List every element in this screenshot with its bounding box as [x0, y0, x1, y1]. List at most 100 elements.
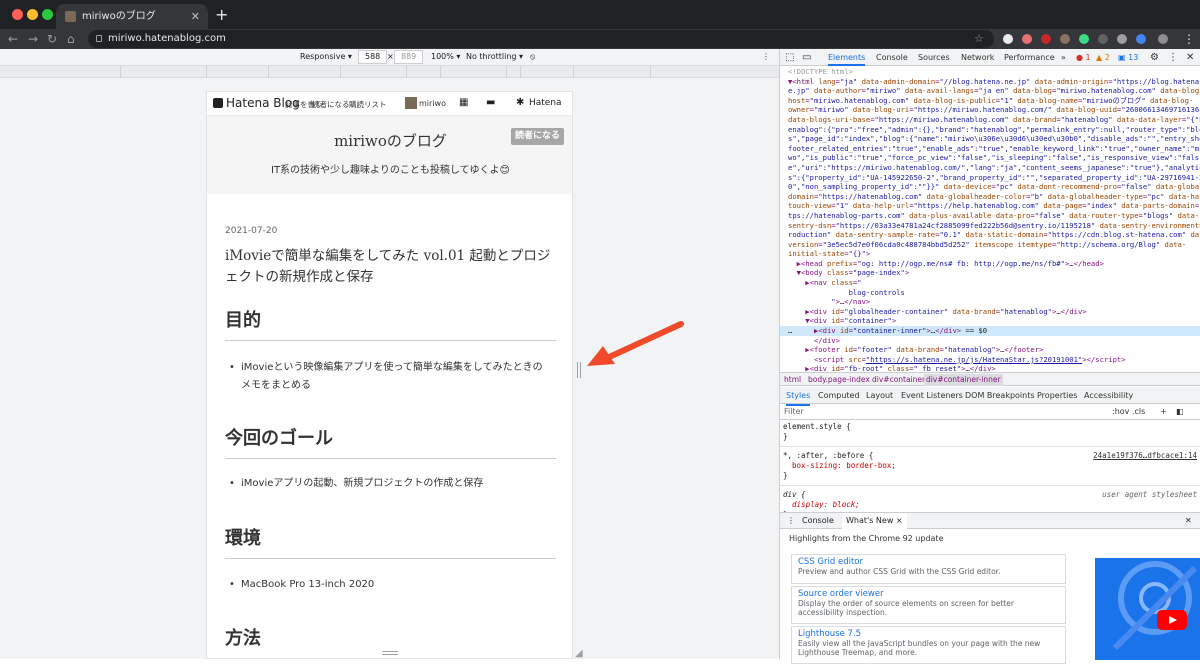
address-bar[interactable]: miriwo.hatenablog.com ☆ — [88, 30, 994, 48]
close-devtools-icon[interactable]: ✕ — [1186, 49, 1194, 66]
dimension-x: × — [387, 52, 394, 61]
maximize-window-button[interactable] — [42, 9, 53, 20]
tab-sources[interactable]: Sources — [918, 49, 950, 66]
crumb-container-inner[interactable]: div#container-inner — [924, 374, 1003, 386]
styles-pane[interactable]: element.style { } *, :after, :before {24… — [780, 420, 1200, 512]
puzzle-icon[interactable] — [1117, 34, 1127, 44]
tab-performance[interactable]: Performance — [1004, 49, 1055, 66]
new-tab-button[interactable]: + — [215, 4, 228, 26]
bookmark-star-icon[interactable]: ☆ — [974, 30, 984, 48]
throttle-select[interactable]: No throttling ▾ — [466, 52, 523, 61]
favicon-icon — [65, 11, 76, 22]
new-rule-icon[interactable]: + — [1160, 404, 1167, 420]
extension-icon[interactable] — [1079, 34, 1089, 44]
breadcrumb: html body.page-index div#container div#c… — [780, 372, 1200, 386]
blog-description: IT系の技術や少し趣味よりのことも投稿してゆくよ😊 — [271, 165, 510, 176]
subtab-dom-breakpoints[interactable]: DOM Breakpoints — [965, 387, 1035, 404]
menu-kebab-icon[interactable]: ⋮ — [1183, 30, 1195, 48]
close-window-button[interactable] — [12, 9, 23, 20]
tab-title: miriwoのブログ — [82, 11, 156, 22]
subscribe-button[interactable]: 読者になる — [511, 128, 564, 145]
styles-source-link[interactable]: 24a1e19f376…dfbcace1:14 — [1093, 451, 1197, 461]
viewport-corner-resize-handle[interactable]: ◢ — [575, 648, 583, 659]
entry-date[interactable]: 2021-07-20 — [225, 226, 277, 236]
user-menu[interactable]: miriwo — [419, 99, 446, 108]
whats-new-card[interactable]: CSS Grid editor Preview and author CSS G… — [791, 554, 1066, 584]
subtab-event-listeners[interactable]: Event Listeners — [901, 387, 963, 404]
subtab-properties[interactable]: Properties — [1037, 387, 1077, 404]
lock-icon — [96, 35, 102, 42]
hatena-brand[interactable]: Hatena — [529, 98, 562, 108]
youtube-play-icon[interactable] — [1157, 610, 1187, 630]
url-text: miriwo.hatenablog.com — [108, 33, 226, 44]
subtab-layout[interactable]: Layout — [866, 387, 893, 404]
drawer-tab-console[interactable]: Console — [802, 513, 834, 529]
emulated-page: Hatena Blog 記事を書く 読者になる 購読リスト miriwo ▦ ▬… — [206, 91, 573, 659]
close-tab-icon[interactable]: ✕ — [191, 4, 200, 29]
hov-cls-toggles[interactable]: :hov .cls — [1112, 404, 1145, 420]
tab-elements[interactable]: Elements — [828, 49, 866, 66]
avatar[interactable] — [405, 97, 417, 109]
list-item: iMovieアプリの起動、新規プロジェクトの作成と保存 — [229, 475, 551, 493]
subtab-computed[interactable]: Computed — [818, 387, 860, 404]
rotate-icon[interactable]: ⦸ — [530, 52, 535, 62]
subtab-accessibility[interactable]: Accessibility — [1084, 387, 1133, 404]
error-badge[interactable]: ● 1 — [1076, 49, 1091, 66]
viewport-bottom-resize-handle[interactable] — [382, 651, 398, 655]
chrome-graphic-icon — [1112, 561, 1198, 651]
extension-icon[interactable] — [1060, 34, 1070, 44]
extension-icon[interactable] — [1003, 34, 1013, 44]
drawer-tabbar: ⋮ Console What's New × ✕ — [780, 513, 1200, 529]
dom-tree[interactable]: <!DOCTYPE html> ▼<html lang="ja" data-ad… — [780, 67, 1200, 372]
section-heading: 目的 — [225, 306, 556, 341]
entry-title[interactable]: iMovieで簡単な編集をしてみた vol.01 起動とプロジェクトの新規作成と… — [225, 246, 556, 288]
extension-icon[interactable] — [1136, 34, 1146, 44]
section-heading: 今回のゴール — [225, 424, 556, 459]
ua-stylesheet-label: user agent stylesheet — [1102, 490, 1197, 499]
crumb-container[interactable]: div#container — [872, 374, 925, 386]
extension-icon[interactable] — [1022, 34, 1032, 44]
devtools-menu-icon[interactable]: ⋮ — [1168, 49, 1178, 66]
home-icon[interactable]: ⌂ — [67, 30, 75, 48]
crumb-html[interactable]: html — [784, 374, 801, 386]
apps-grid-icon[interactable]: ▦ — [459, 97, 468, 108]
browser-tab[interactable]: miriwoのブログ ✕ — [56, 4, 208, 29]
avatar[interactable] — [1158, 34, 1168, 44]
minimize-window-button[interactable] — [27, 9, 38, 20]
viewport-width-input[interactable]: 588 — [358, 50, 388, 64]
message-badge[interactable]: ▣ 13 — [1118, 49, 1138, 66]
close-drawer-icon[interactable]: ✕ — [1185, 513, 1192, 529]
tab-network[interactable]: Network — [961, 49, 994, 66]
drawer-tab-whats-new[interactable]: What's New × — [842, 513, 907, 529]
settings-gear-icon[interactable]: ⚙ — [1150, 49, 1159, 66]
warning-badge[interactable]: ▲ 2 — [1096, 49, 1110, 66]
subscribe-link-header[interactable]: 読者になる — [312, 99, 350, 110]
drawer-menu-icon[interactable]: ⋮ — [787, 513, 795, 529]
back-icon[interactable]: ← — [8, 30, 18, 48]
whats-new-card[interactable]: Lighthouse 7.5 Easily view all the JavaS… — [791, 626, 1066, 664]
reading-list-link[interactable]: 購読リスト — [349, 99, 387, 110]
inspect-icon[interactable]: ⬚ — [785, 49, 794, 66]
device-toggle-icon[interactable]: ▭ — [802, 49, 811, 66]
viewport-height-input[interactable]: 889 — [394, 50, 424, 64]
forward-icon[interactable]: → — [28, 30, 38, 48]
device-select[interactable]: Responsive ▾ — [300, 52, 352, 61]
extension-icon[interactable] — [1098, 34, 1108, 44]
hatena-logo-icon: ✱ — [516, 97, 525, 108]
zoom-select[interactable]: 100% ▾ — [431, 52, 460, 61]
whats-new-video-thumbnail[interactable] — [1095, 558, 1200, 660]
notification-icon[interactable]: ▬ — [486, 97, 495, 108]
extension-icon[interactable] — [1041, 34, 1051, 44]
reload-icon[interactable]: ↻ — [47, 30, 57, 48]
viewport-resize-handle[interactable] — [577, 362, 581, 378]
styles-filter-input[interactable]: Filter :hov .cls + ◧ — [780, 404, 1200, 420]
tab-console[interactable]: Console — [876, 49, 908, 66]
whats-new-card[interactable]: Source order viewer Display the order of… — [791, 586, 1066, 624]
crumb-body[interactable]: body.page-index — [808, 374, 870, 386]
media-query-ruler[interactable] — [0, 66, 779, 78]
more-tabs-icon[interactable]: » — [1061, 49, 1066, 66]
device-more-icon[interactable]: ⋮ — [762, 52, 770, 61]
devtools-panel: ⬚ ▭ Elements Console Sources Network Per… — [779, 49, 1200, 664]
toggle-sidebar-icon[interactable]: ◧ — [1176, 404, 1184, 420]
red-arrow-annotation — [587, 321, 684, 366]
